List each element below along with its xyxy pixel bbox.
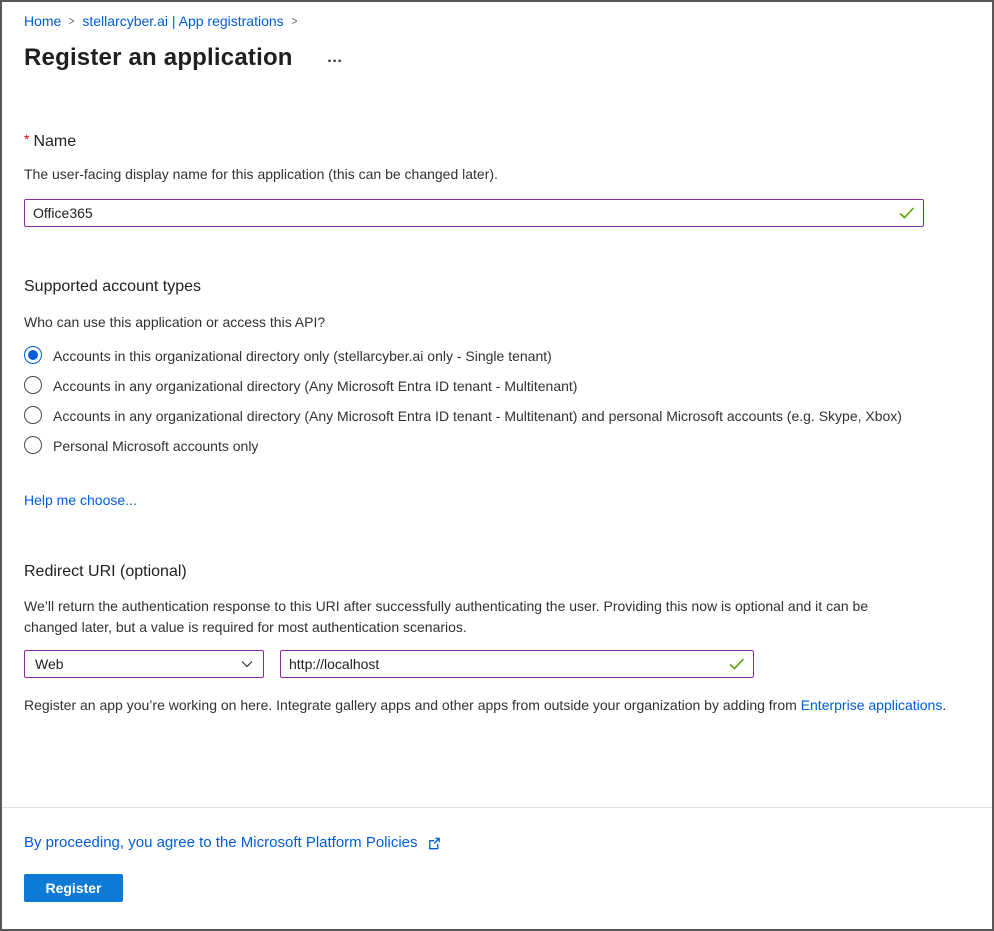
help-me-choose-link[interactable]: Help me choose...: [24, 491, 137, 510]
redirect-uri-input-wrapper: [280, 650, 754, 678]
note-period: .: [942, 697, 946, 713]
supported-account-types-section: Supported account types Who can use this…: [24, 275, 970, 510]
radio-button-icon[interactable]: [24, 436, 42, 454]
page-title: Register an application: [24, 42, 293, 74]
account-type-radio-group: Accounts in this organizational director…: [24, 345, 970, 457]
redirect-uri-heading: Redirect URI (optional): [24, 560, 970, 584]
required-asterisk: *: [24, 131, 29, 147]
radio-button-icon[interactable]: [24, 376, 42, 394]
account-types-question: Who can use this application or access t…: [24, 313, 970, 332]
register-application-page: Home > stellarcyber.ai | App registratio…: [0, 0, 994, 931]
radio-option-label: Personal Microsoft accounts only: [53, 435, 258, 457]
radio-button-icon[interactable]: [24, 406, 42, 424]
name-label: *Name: [24, 128, 970, 153]
redirect-uri-input[interactable]: [281, 651, 729, 677]
breadcrumb-home-link[interactable]: Home: [24, 12, 61, 30]
platform-policies-text: By proceeding, you agree to the Microsof…: [24, 832, 418, 854]
radio-option-multitenant[interactable]: Accounts in any organizational directory…: [24, 375, 970, 397]
radio-button-icon[interactable]: [24, 346, 42, 364]
chevron-right-icon: >: [69, 12, 75, 30]
radio-option-personal-only[interactable]: Personal Microsoft accounts only: [24, 435, 970, 457]
supported-account-types-heading: Supported account types: [24, 275, 970, 299]
valid-check-icon: [899, 207, 915, 219]
platform-policies-link[interactable]: By proceeding, you agree to the Microsof…: [24, 832, 442, 854]
external-link-icon: [426, 836, 442, 851]
radio-option-label: Accounts in any organizational directory…: [53, 375, 577, 397]
name-input[interactable]: [25, 200, 899, 226]
more-options-icon[interactable]: …: [325, 50, 346, 66]
redirect-uri-section: Redirect URI (optional) We’ll return the…: [24, 560, 970, 715]
enterprise-apps-note: Register an app you’re working on here. …: [24, 696, 970, 715]
radio-option-label: Accounts in this organizational director…: [53, 345, 552, 367]
footer-divider: [2, 807, 992, 808]
breadcrumb: Home > stellarcyber.ai | App registratio…: [24, 12, 970, 30]
radio-option-label: Accounts in any organizational directory…: [53, 405, 902, 427]
platform-select-value: Web: [35, 656, 64, 672]
chevron-down-icon: [241, 660, 253, 668]
valid-check-icon: [729, 658, 745, 670]
footer-section: By proceeding, you agree to the Microsof…: [2, 832, 992, 902]
register-button[interactable]: Register: [24, 874, 123, 902]
name-section: *Name The user-facing display name for t…: [24, 128, 970, 227]
note-text: Register an app you’re working on here. …: [24, 697, 801, 713]
redirect-uri-description: We’ll return the authentication response…: [24, 596, 924, 638]
enterprise-applications-link[interactable]: Enterprise applications: [801, 697, 943, 713]
radio-option-single-tenant[interactable]: Accounts in this organizational director…: [24, 345, 970, 367]
platform-select[interactable]: Web: [24, 650, 264, 678]
name-description: The user-facing display name for this ap…: [24, 165, 970, 184]
name-input-wrapper: [24, 199, 924, 227]
breadcrumb-app-registrations-link[interactable]: stellarcyber.ai | App registrations: [82, 12, 283, 30]
chevron-right-icon: >: [291, 12, 297, 30]
radio-option-multitenant-personal[interactable]: Accounts in any organizational directory…: [24, 405, 970, 427]
